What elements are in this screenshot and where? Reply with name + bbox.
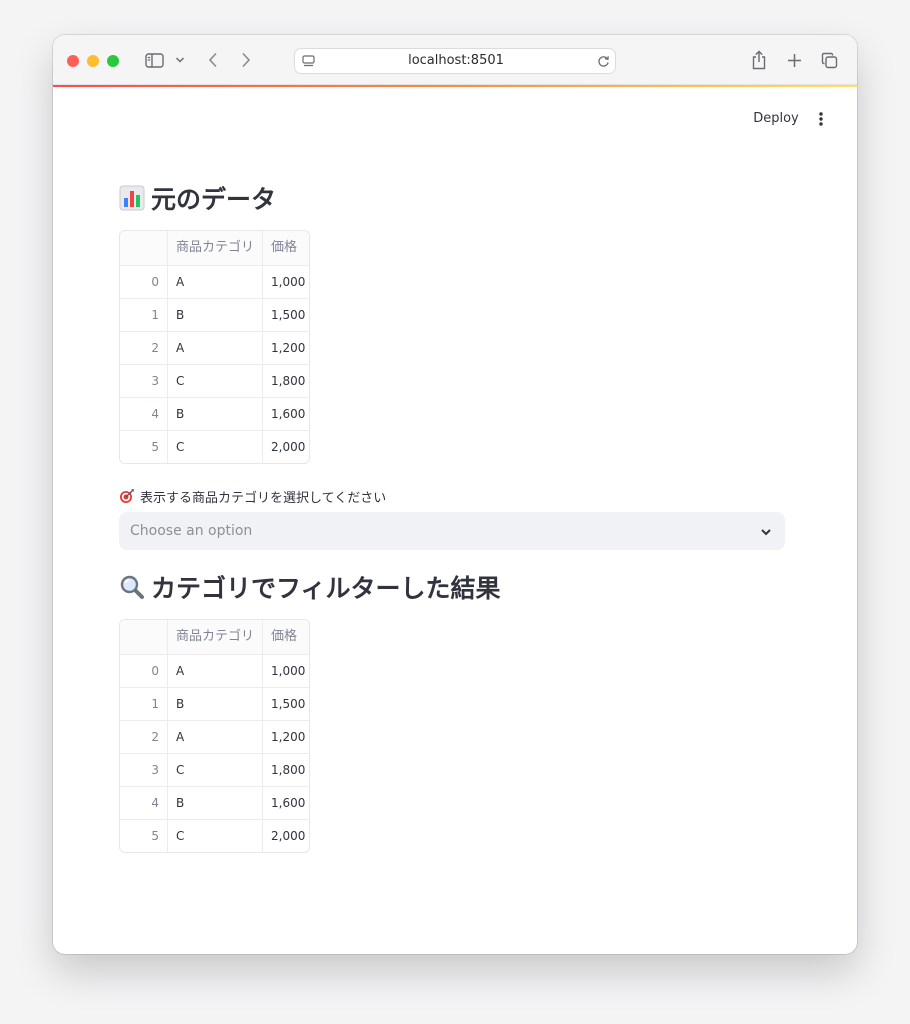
back-arrow-icon[interactable] <box>203 49 223 71</box>
original-data-title: 元のデータ <box>151 185 277 214</box>
address-bar[interactable]: localhost:8501 <box>294 48 616 74</box>
column-divider <box>167 231 168 463</box>
browser-toolbar: localhost:8501 <box>53 35 857 85</box>
price-cell[interactable]: 1,500 <box>263 688 309 721</box>
category-cell[interactable]: B <box>168 787 262 820</box>
price-cell[interactable]: 1,500 <box>263 299 309 332</box>
table-row: 4 B 1,600 <box>120 397 309 431</box>
table-row: 0 A 1,000 <box>120 654 309 688</box>
category-cell[interactable]: A <box>168 332 262 365</box>
price-cell[interactable]: 1,200 <box>263 332 309 365</box>
table-row: 0 A 1,000 <box>120 265 309 299</box>
row-index: 5 <box>151 440 159 454</box>
column-header[interactable]: 商品カテゴリ <box>168 231 262 265</box>
row-index: 3 <box>151 763 159 777</box>
price-cell[interactable]: 1,800 <box>263 754 309 787</box>
index-column-header <box>120 620 167 654</box>
column-header[interactable]: 商品カテゴリ <box>168 620 262 654</box>
row-index: 1 <box>151 308 159 322</box>
table-row: 4 B 1,600 <box>120 786 309 820</box>
close-window-button[interactable] <box>67 55 79 67</box>
row-index: 4 <box>151 796 159 810</box>
main-menu-icon[interactable] <box>811 108 831 130</box>
column-header[interactable]: 価格 <box>263 231 309 265</box>
tab-overview-icon[interactable] <box>819 50 839 70</box>
table-row: 1 B 1,500 <box>120 298 309 332</box>
row-index: 5 <box>151 829 159 843</box>
new-tab-plus-icon[interactable] <box>784 50 804 70</box>
table-row: 5 C 2,000 <box>120 819 309 852</box>
price-cell[interactable]: 1,600 <box>263 398 309 431</box>
price-cell[interactable]: 1,000 <box>263 266 309 299</box>
select-placeholder[interactable]: Choose an option <box>130 512 252 550</box>
row-index: 3 <box>151 374 159 388</box>
price-cell[interactable]: 1,200 <box>263 721 309 754</box>
category-cell[interactable]: A <box>168 721 262 754</box>
table-row: 3 C 1,800 <box>120 753 309 787</box>
magnifying-glass-icon <box>119 574 145 600</box>
category-cell[interactable]: C <box>168 365 262 398</box>
table-header-row: 商品カテゴリ 価格 <box>120 231 309 265</box>
original-data-table[interactable]: 商品カテゴリ 価格 0 A 1,000 1 B 1,500 2 A 1,200 … <box>119 230 310 464</box>
share-icon[interactable] <box>749 48 769 72</box>
row-index: 4 <box>151 407 159 421</box>
category-cell[interactable]: C <box>168 431 262 463</box>
price-cell[interactable]: 2,000 <box>263 820 309 852</box>
price-cell[interactable]: 1,600 <box>263 787 309 820</box>
column-divider <box>262 620 263 852</box>
category-cell[interactable]: A <box>168 655 262 688</box>
table-row: 2 A 1,200 <box>120 331 309 365</box>
header-decoration-bar <box>53 85 857 87</box>
table-header-row: 商品カテゴリ 価格 <box>120 620 309 654</box>
category-cell[interactable]: C <box>168 754 262 787</box>
deploy-button[interactable]: Deploy <box>748 108 804 130</box>
reload-icon[interactable] <box>596 54 610 68</box>
zoom-window-button[interactable] <box>107 55 119 67</box>
price-cell[interactable]: 2,000 <box>263 431 309 463</box>
minimize-window-button[interactable] <box>87 55 99 67</box>
column-header[interactable]: 価格 <box>263 620 309 654</box>
bar-chart-icon <box>119 185 145 211</box>
table-row: 1 B 1,500 <box>120 687 309 721</box>
table-row: 2 A 1,200 <box>120 720 309 754</box>
category-cell[interactable]: C <box>168 820 262 852</box>
price-cell[interactable]: 1,000 <box>263 655 309 688</box>
row-index: 1 <box>151 697 159 711</box>
table-row: 3 C 1,800 <box>120 364 309 398</box>
filtered-data-table[interactable]: 商品カテゴリ 価格 0 A 1,000 1 B 1,500 2 A 1,200 … <box>119 619 310 853</box>
chevron-down-icon[interactable] <box>173 53 187 67</box>
category-cell[interactable]: B <box>168 398 262 431</box>
category-select-label: 表示する商品カテゴリを選択してください <box>119 487 387 506</box>
chevron-down-icon[interactable] <box>759 524 773 538</box>
category-cell[interactable]: B <box>168 299 262 332</box>
row-index: 0 <box>151 275 159 289</box>
forward-arrow-icon[interactable] <box>236 49 256 71</box>
direct-hit-target-icon <box>119 488 135 504</box>
index-column-header <box>120 231 167 265</box>
category-select-label-text: 表示する商品カテゴリを選択してください <box>140 490 387 506</box>
original-data-heading: 元のデータ <box>119 180 276 216</box>
category-cell[interactable]: A <box>168 266 262 299</box>
table-row: 5 C 2,000 <box>120 430 309 463</box>
browser-window: localhost:8501 Deploy 元のデータ 商品カテゴリ 価格 0 … <box>53 35 857 954</box>
row-index: 2 <box>151 341 159 355</box>
column-divider <box>262 231 263 463</box>
category-cell[interactable]: B <box>168 688 262 721</box>
category-multiselect[interactable]: Choose an option <box>119 512 785 550</box>
url-text[interactable]: localhost:8501 <box>295 49 617 73</box>
row-index: 2 <box>151 730 159 744</box>
filtered-result-title: カテゴリでフィルターした結果 <box>151 574 501 603</box>
filtered-result-heading: カテゴリでフィルターした結果 <box>119 569 501 605</box>
column-divider <box>167 620 168 852</box>
price-cell[interactable]: 1,800 <box>263 365 309 398</box>
row-index: 0 <box>151 664 159 678</box>
sidebar-toggle-icon[interactable] <box>143 50 165 70</box>
